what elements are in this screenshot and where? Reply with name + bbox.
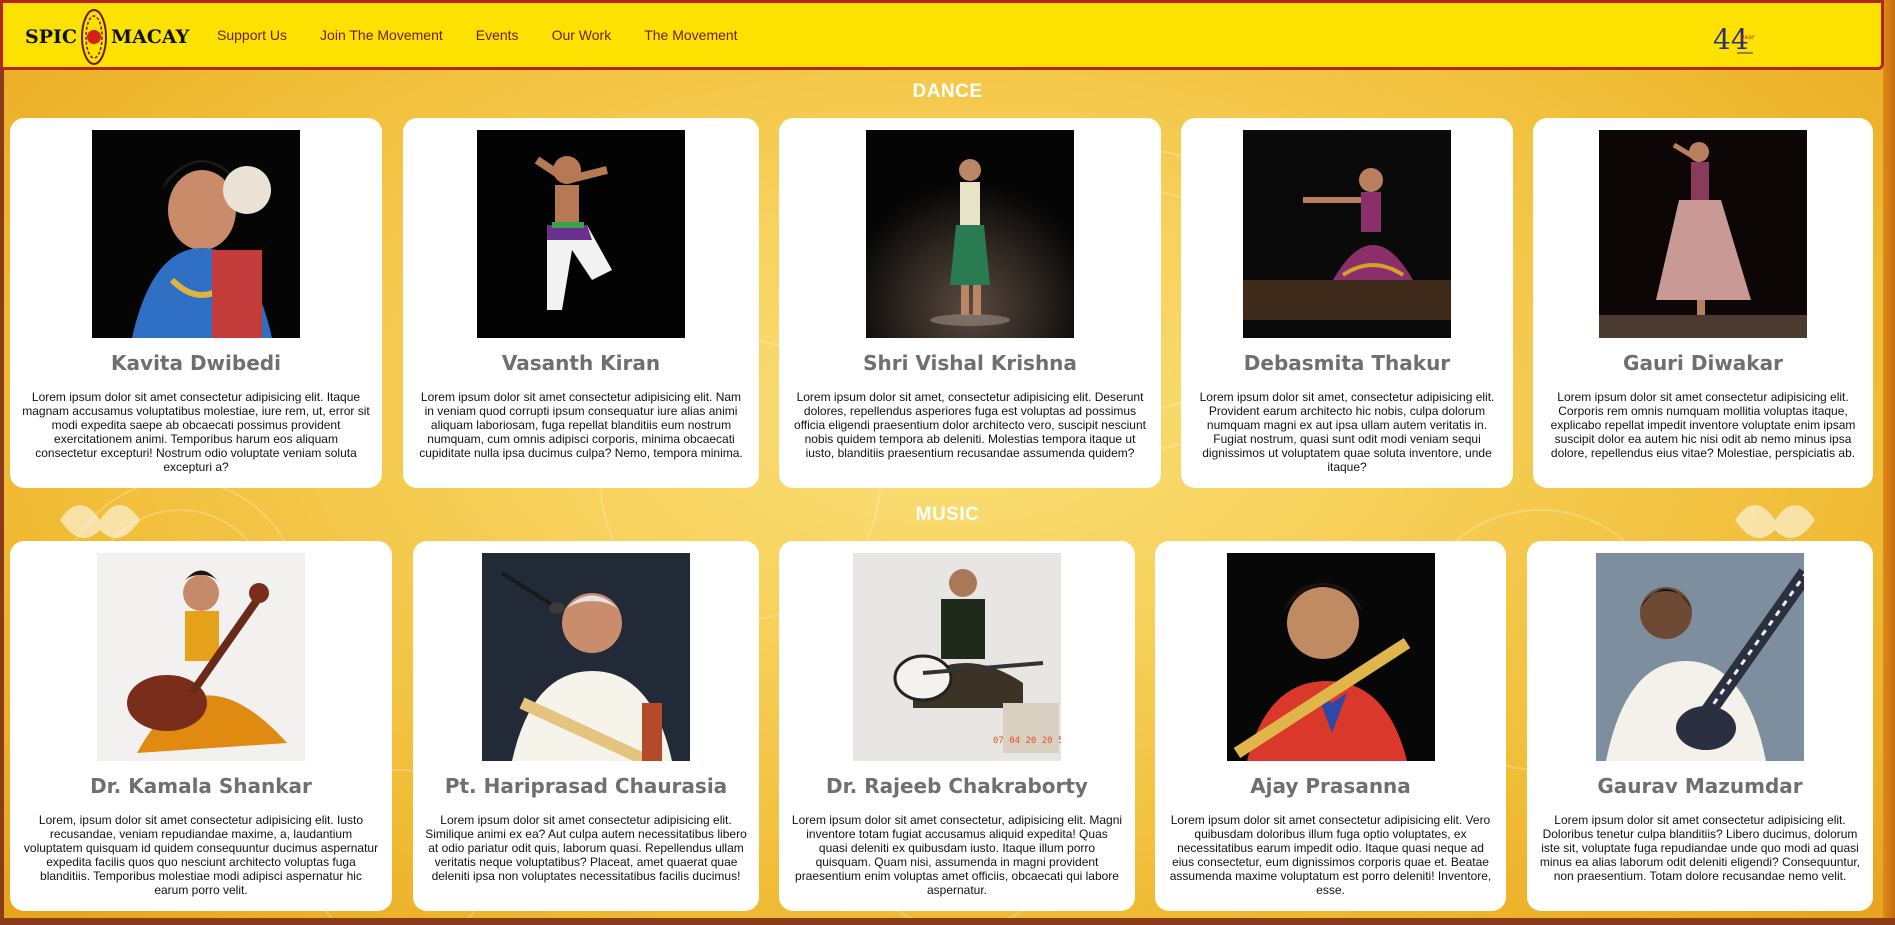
artist-photo xyxy=(97,553,305,761)
svg-text:07 04 20 20 51: 07 04 20 20 51 xyxy=(993,736,1061,746)
top-navbar: SPIC MACAY Support Us Join The Movement … xyxy=(0,0,1884,70)
artist-description: Lorem ipsum dolor sit amet consectetur, … xyxy=(791,813,1123,897)
artist-photo xyxy=(477,130,685,338)
spic-macay-logo[interactable]: SPIC MACAY xyxy=(25,7,189,67)
artist-photo xyxy=(1243,130,1451,338)
artist-name: Vasanth Kiran xyxy=(501,351,661,375)
frame-bottom-border xyxy=(0,918,1895,925)
anniversary-word: years xyxy=(1741,34,1755,41)
artist-name: Kavita Dwibedi xyxy=(111,351,281,375)
artist-name: Shri Vishal Krishna xyxy=(863,351,1077,375)
music-card: Gaurav Mazumdar Lorem ipsum dolor sit am… xyxy=(1527,541,1873,911)
music-card: Ajay Prasanna Lorem ipsum dolor sit amet… xyxy=(1155,541,1506,911)
artist-name: Dr. Rajeeb Chakraborty xyxy=(826,774,1088,798)
artist-description: Lorem ipsum dolor sit amet consectetur a… xyxy=(1539,813,1861,883)
artist-photo xyxy=(92,130,300,338)
artist-photo xyxy=(482,553,690,761)
artist-name: Dr. Kamala Shankar xyxy=(90,774,312,798)
artist-name: Debasmita Thakur xyxy=(1243,351,1451,375)
dance-card: Debasmita Thakur Lorem ipsum dolor sit a… xyxy=(1181,118,1513,488)
dance-card: Kavita Dwibedi Lorem ipsum dolor sit ame… xyxy=(10,118,382,488)
dance-card: Shri Vishal Krishna Lorem ipsum dolor si… xyxy=(779,118,1161,488)
music-card: Dr. Kamala Shankar Lorem, ipsum dolor si… xyxy=(10,541,392,911)
artist-description: Lorem ipsum dolor sit amet consectetur a… xyxy=(22,390,370,474)
artist-photo xyxy=(1596,553,1804,761)
artist-photo xyxy=(1599,130,1807,338)
main-nav: Support Us Join The Movement Events Our … xyxy=(217,27,771,43)
music-card: 07 04 20 20 51 Dr. Rajeeb Chakraborty Lo… xyxy=(779,541,1135,911)
artist-name: Pt. Hariprasad Chaurasia xyxy=(444,774,728,798)
nav-join-the-movement[interactable]: Join The Movement xyxy=(320,27,443,43)
artist-name: Gauri Diwakar xyxy=(1623,351,1783,375)
artist-description: Lorem ipsum dolor sit amet, consectetur … xyxy=(1199,390,1495,474)
music-card: Pt. Hariprasad Chaurasia Lorem ipsum dol… xyxy=(413,541,759,911)
artist-description: Lorem ipsum dolor sit amet consectetur a… xyxy=(425,813,747,883)
logo-text-right: MACAY xyxy=(111,26,190,48)
section-title-dance: DANCE xyxy=(912,81,983,102)
nav-our-work[interactable]: Our Work xyxy=(552,27,612,43)
artist-name: Ajay Prasanna xyxy=(1250,774,1411,798)
nav-the-movement[interactable]: The Movement xyxy=(644,27,737,43)
logo-emblem-icon xyxy=(81,9,108,65)
anniversary-badge-icon: 44 years xyxy=(1713,23,1755,56)
artist-description: Lorem ipsum dolor sit amet consectetur a… xyxy=(1169,813,1492,897)
frame-right-border xyxy=(1883,0,1895,925)
nav-events[interactable]: Events xyxy=(476,27,519,43)
logo-text-left: SPIC xyxy=(25,26,78,48)
artist-name: Gaurav Mazumdar xyxy=(1597,774,1803,798)
artist-description: Lorem ipsum dolor sit amet, consectetur … xyxy=(794,390,1146,460)
artist-description: Lorem ipsum dolor sit amet consectetur a… xyxy=(419,390,743,460)
artist-photo xyxy=(866,130,1074,338)
frame-left-border xyxy=(0,0,4,925)
nav-support-us[interactable]: Support Us xyxy=(217,27,287,43)
artist-description: Lorem, ipsum dolor sit amet consectetur … xyxy=(23,813,379,897)
artist-photo: 07 04 20 20 51 xyxy=(853,553,1061,761)
section-title-music: MUSIC xyxy=(915,504,980,525)
artist-photo xyxy=(1226,553,1435,761)
artist-description: Lorem ipsum dolor sit amet consectetur a… xyxy=(1550,390,1856,460)
dance-card: Gauri Diwakar Lorem ipsum dolor sit amet… xyxy=(1533,118,1873,488)
dance-card: Vasanth Kiran Lorem ipsum dolor sit amet… xyxy=(403,118,759,488)
